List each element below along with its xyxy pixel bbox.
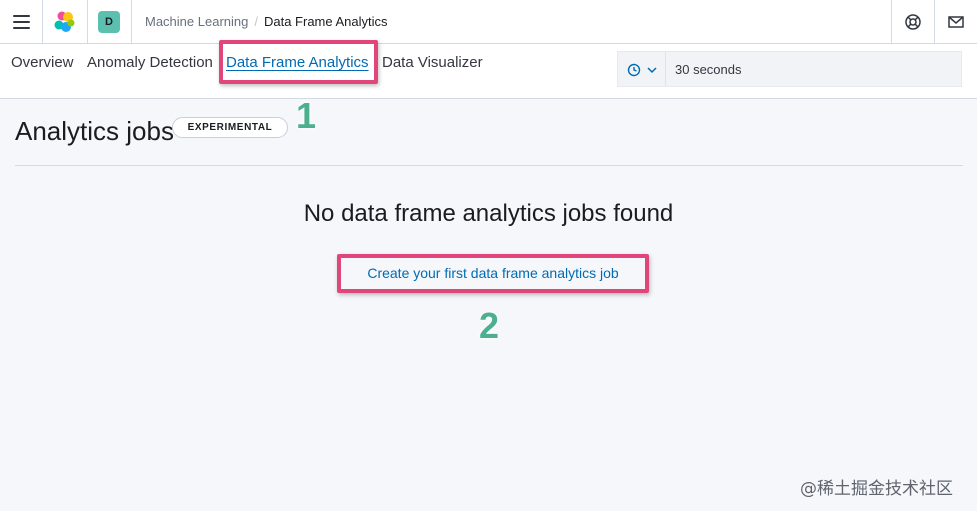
- breadcrumb-data-frame-analytics: Data Frame Analytics: [263, 14, 388, 29]
- space-selector[interactable]: D: [88, 0, 132, 44]
- hamburger-icon: [13, 15, 30, 33]
- elastic-logo-icon: [54, 11, 75, 32]
- chevron-down-icon: [647, 67, 657, 74]
- annotation-step-2: 2: [479, 305, 500, 346]
- annotation-highlight-tab: [219, 40, 378, 84]
- mail-icon: [948, 16, 964, 28]
- page-title: Analytics jobs: [15, 116, 174, 146]
- tab-overview[interactable]: Overview: [11, 54, 74, 71]
- watermark: @稀土掘金技术社区: [800, 479, 953, 499]
- empty-state-title: No data frame analytics jobs found: [303, 200, 674, 227]
- experimental-badge: EXPERIMENTAL: [172, 117, 288, 138]
- help-button[interactable]: [891, 0, 934, 44]
- refresh-interval-value: 30 seconds: [675, 62, 742, 77]
- annotation-step-1: 1: [296, 95, 317, 136]
- divider: [15, 165, 963, 166]
- tab-anomaly-detection[interactable]: Anomaly Detection: [87, 54, 213, 71]
- help-lifebuoy-icon: [905, 14, 921, 30]
- breadcrumb-separator: /: [254, 14, 258, 29]
- breadcrumb-machine-learning[interactable]: Machine Learning: [145, 14, 248, 29]
- refresh-interval-button[interactable]: [618, 52, 666, 86]
- create-first-job-link[interactable]: Create your first data frame analytics j…: [337, 254, 649, 293]
- clock-icon: [627, 63, 641, 77]
- mail-button[interactable]: [934, 0, 977, 44]
- elastic-logo[interactable]: [43, 0, 88, 44]
- breadcrumb: Machine Learning / Data Frame Analytics: [145, 14, 388, 29]
- top-header-bar: D Machine Learning / Data Frame Analytics: [0, 0, 977, 44]
- space-avatar: D: [98, 11, 120, 33]
- tab-data-visualizer[interactable]: Data Visualizer: [382, 54, 483, 71]
- refresh-interval-picker[interactable]: 30 seconds: [617, 51, 962, 87]
- menu-button[interactable]: [0, 0, 43, 44]
